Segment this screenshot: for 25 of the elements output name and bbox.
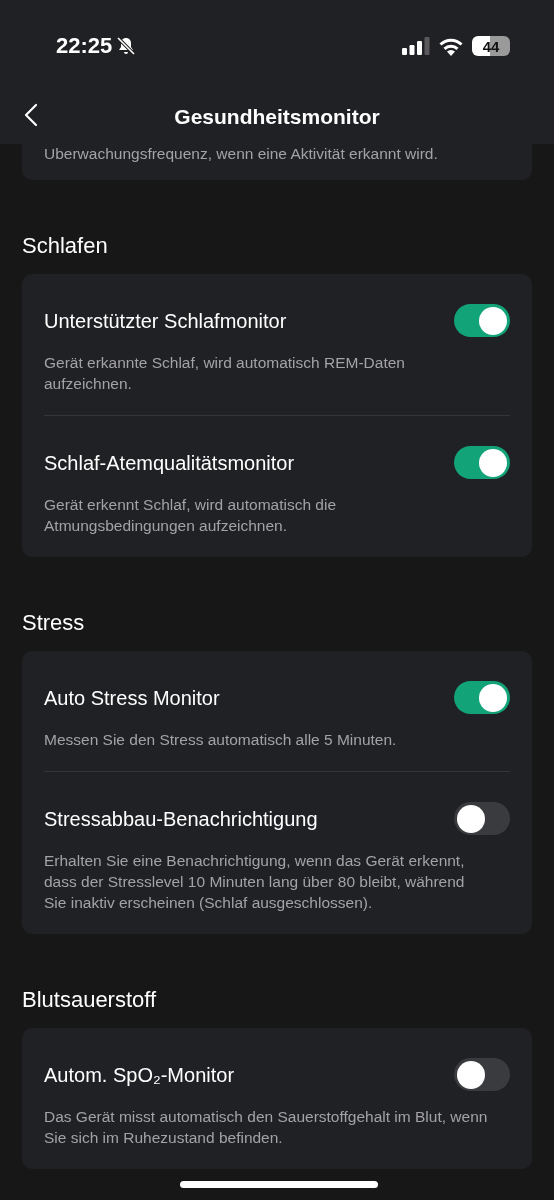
setting-description: Uberwachungsfrequenz, wenn eine Aktivität erkannt wird. xyxy=(44,144,439,164)
wifi-icon xyxy=(438,36,464,56)
setting-description: Das Gerät misst automatisch den Sauerstoffgehalt im Blut, wenn Sie sich im Ruhezustand befinden. xyxy=(44,1107,489,1148)
bell-slash-icon xyxy=(116,36,137,56)
toggle-switch[interactable] xyxy=(454,304,510,337)
section-heading: Schlafen xyxy=(22,232,109,260)
back-icon[interactable] xyxy=(24,103,38,127)
setting-title: Schlaf-Atemqualitätsmonitor xyxy=(44,450,295,476)
setting-description: Erhalten Sie eine Benachrichtigung, wenn das Gerät erkennt, dass der Stresslevel 10 Minuten lang über 80 bleibt, während Sie inaktiv erscheinen (Schlaf ausgeschlossen). xyxy=(44,851,466,913)
setting-title: Stressabbau-Benachrichtigung xyxy=(44,806,318,832)
setting-title: Autom. SpO₂-Monitor xyxy=(44,1062,235,1088)
toggle-switch[interactable] xyxy=(454,802,510,835)
setting-title: Auto Stress Monitor xyxy=(44,685,220,711)
toggle-switch[interactable] xyxy=(454,1058,510,1091)
toggle-switch[interactable] xyxy=(454,681,510,714)
section-heading: Stress xyxy=(22,609,86,637)
page-title: Gesundheitsmonitor xyxy=(174,105,380,129)
signal-icon xyxy=(402,37,430,55)
status-time: 22:25 xyxy=(56,33,113,59)
setting-description: Gerät erkannte Schlaf, wird automatisch REM-Daten aufzeichnen. xyxy=(44,353,406,394)
setting-description: Gerät erkennt Schlaf, wird automatisch die Atmungsbedingungen aufzeichnen. xyxy=(44,495,338,536)
setting-description: Messen Sie den Stress automatisch alle 5 Minuten. xyxy=(44,730,398,750)
toggle-switch[interactable] xyxy=(454,446,510,479)
setting-title: Unterstützter Schlafmonitor xyxy=(44,308,287,334)
section-heading: Blutsauerstoff xyxy=(22,986,158,1014)
